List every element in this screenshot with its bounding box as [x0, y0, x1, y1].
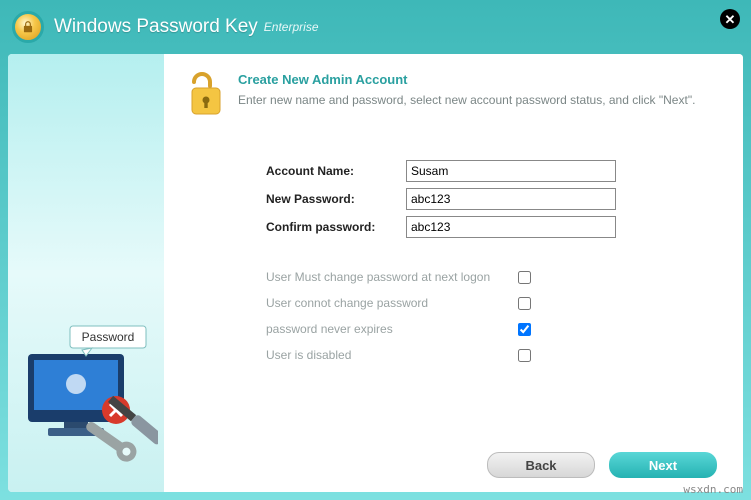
watermark: wsxdn.com	[683, 483, 743, 496]
sidebar-illustration: Password	[14, 302, 158, 482]
title-bar: Windows Password Key Enterprise ✕	[0, 0, 751, 54]
opt-never-expires-checkbox[interactable]	[518, 323, 531, 336]
opt-must-change-checkbox[interactable]	[518, 271, 531, 284]
account-name-label: Account Name:	[266, 164, 406, 178]
opt-cannot-change-label: User connot change password	[266, 296, 518, 310]
step-description: Enter new name and password, select new …	[238, 91, 695, 109]
new-password-label: New Password:	[266, 192, 406, 206]
new-password-input[interactable]	[406, 188, 616, 210]
button-bar: Back Next	[487, 452, 717, 478]
account-form: Account Name: New Password: Confirm pass…	[266, 160, 713, 238]
app-edition: Enterprise	[264, 20, 319, 34]
close-button[interactable]: ✕	[720, 9, 740, 29]
app-logo-icon	[12, 11, 44, 43]
lock-open-icon	[186, 72, 226, 120]
main-panel: Create New Admin Account Enter new name …	[164, 54, 743, 492]
confirm-password-input[interactable]	[406, 216, 616, 238]
content-stage: Password	[8, 54, 743, 492]
opt-must-change-label: User Must change password at next logon	[266, 270, 518, 284]
confirm-password-label: Confirm password:	[266, 220, 406, 234]
back-button[interactable]: Back	[487, 452, 595, 478]
sidebar: Password	[8, 54, 164, 492]
account-name-input[interactable]	[406, 160, 616, 182]
step-title: Create New Admin Account	[238, 72, 695, 87]
password-badge-text: Password	[82, 330, 135, 344]
step-header: Create New Admin Account Enter new name …	[186, 72, 713, 120]
app-title: Windows Password Key	[54, 16, 258, 38]
next-button[interactable]: Next	[609, 452, 717, 478]
opt-disabled-label: User is disabled	[266, 348, 518, 362]
opt-cannot-change-checkbox[interactable]	[518, 297, 531, 310]
opt-disabled-checkbox[interactable]	[518, 349, 531, 362]
opt-never-expires-label: password never expires	[266, 322, 518, 336]
password-options: User Must change password at next logon …	[266, 270, 713, 362]
